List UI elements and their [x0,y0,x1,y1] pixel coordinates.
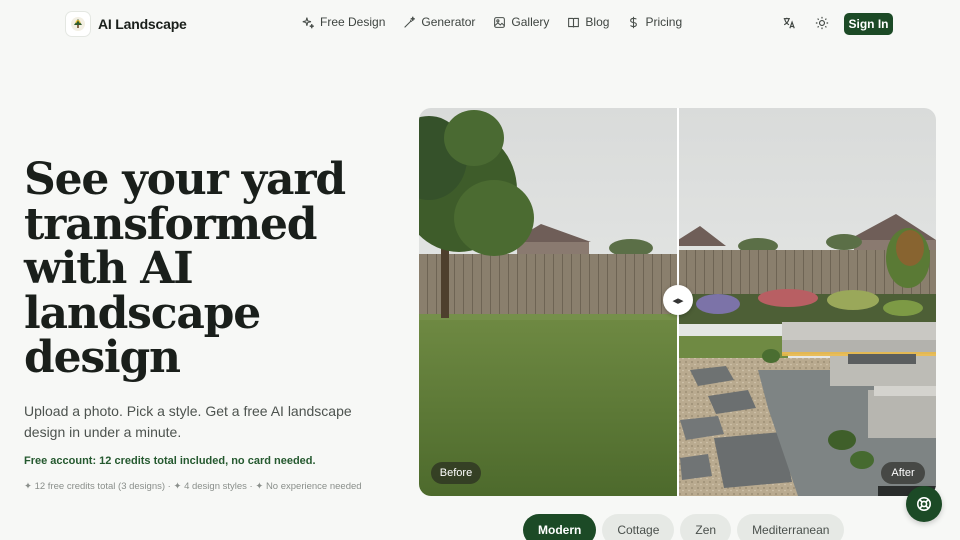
image-icon [494,16,506,28]
nav-label: Generator [421,15,476,29]
nav-label: Free Design [320,15,386,29]
nav-pricing[interactable]: Pricing [627,15,682,29]
style-chip-cottage[interactable]: Cottage [602,514,675,540]
nav-label: Gallery [511,15,550,29]
tree-logo-icon [66,12,90,36]
feature-list: ✦ 12 free credits total (3 designs) · ✦ … [24,481,362,492]
arrows-horizontal-icon: ◂▸ [672,294,684,307]
style-selector: Modern Cottage Zen Mediterranean [523,514,845,540]
after-label: After [881,462,925,484]
free-account-note: Free account: 12 credits total included,… [24,455,316,467]
translate-icon [783,17,795,29]
sign-in-button[interactable]: Sign In [844,13,893,35]
help-chat-button[interactable] [906,486,942,522]
nav-label: Blog [585,15,610,29]
language-button[interactable] [780,14,798,32]
hero-subtitle: Upload a photo. Pick a style. Get a free… [24,403,352,440]
sun-icon [815,16,829,30]
style-chip-mediterranean[interactable]: Mediterranean [737,514,845,540]
theme-toggle-button[interactable] [813,14,831,32]
magic-wand-icon [404,16,416,28]
style-chip-modern[interactable]: Modern [523,514,597,540]
site-header: AI Landscape Free Design Generator Galle… [0,0,960,48]
nav-blog[interactable]: Blog [567,15,609,29]
book-icon [568,17,580,27]
nav-gallery[interactable]: Gallery [493,15,549,29]
lifebuoy-icon [917,497,931,511]
before-label: Before [431,462,481,484]
slider-handle[interactable]: ◂▸ [663,285,693,315]
brand-logo-link[interactable]: AI Landscape [66,12,187,36]
hero-title: See your yard transformed with AI landsc… [24,154,346,383]
main-nav: Free Design Generator Gallery Blog Prici… [302,15,682,29]
sparkle-icon [302,16,314,28]
dollar-icon [630,16,638,28]
before-after-slider[interactable]: ◂▸ Before After [419,108,936,496]
brand-name: AI Landscape [98,16,187,32]
style-chip-zen[interactable]: Zen [680,514,732,540]
nav-label: Pricing [645,15,683,29]
nav-generator[interactable]: Generator [403,15,475,29]
nav-free-design[interactable]: Free Design [302,15,385,29]
